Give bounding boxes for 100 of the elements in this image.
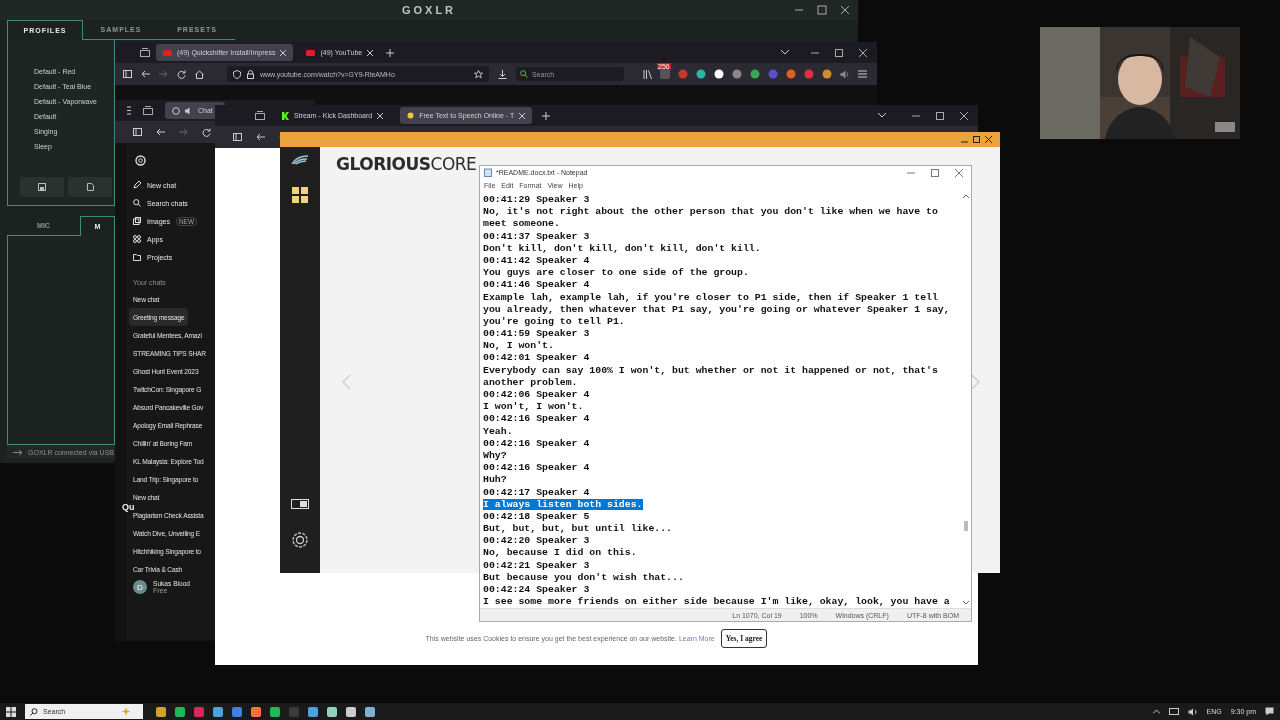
sidebar-icon[interactable]: [133, 128, 142, 136]
text-line: 00:42:24 Speaker 3: [483, 584, 590, 595]
text-line: 00:41:46 Speaker 4: [483, 279, 590, 291]
new-file-button[interactable]: [68, 177, 112, 197]
file-icon: [86, 183, 94, 191]
library-icon[interactable]: [643, 69, 652, 79]
notification-icon[interactable]: [1265, 707, 1274, 716]
search-icon: [133, 199, 141, 207]
close-icon[interactable]: [859, 48, 867, 57]
notepad-icon: [484, 168, 492, 177]
save-button[interactable]: [20, 177, 64, 197]
volume-icon[interactable]: [1187, 707, 1198, 716]
app-icon[interactable]: [156, 706, 166, 717]
text-line: 00:42:21 Speaker 3: [483, 559, 590, 571]
close-icon[interactable]: [985, 136, 992, 143]
text-line: 00:42:06 Speaker 4: [483, 389, 590, 400]
text-line: Don't kill, don't kill, don't kill, don't kill.: [483, 242, 761, 254]
close-icon[interactable]: [840, 5, 850, 15]
app-icon[interactable]: [365, 706, 375, 717]
text-line: you already, then whatever that P1 say, you're going or whatever Speaker 1 say,: [483, 303, 950, 315]
maximize-icon[interactable]: [973, 136, 980, 143]
k-logo-icon: [282, 111, 289, 120]
text-line: 00:42:20 Speaker 3: [483, 535, 590, 547]
new-tab-icon[interactable]: [386, 48, 395, 57]
text-line: you're going to tell P1.: [483, 315, 625, 327]
heading-text: Qu: [122, 502, 135, 512]
text-line: But, but, but, but until like...: [483, 523, 673, 535]
text-line: Huh?: [483, 474, 507, 486]
maximize-icon[interactable]: [817, 5, 827, 15]
wing-logo-icon[interactable]: [291, 155, 309, 165]
brand-logo: GLORIOUSCORE: [336, 154, 477, 174]
back-icon[interactable]: [256, 133, 265, 141]
new-tab-icon[interactable]: [542, 111, 551, 120]
home-icon[interactable]: [195, 69, 204, 79]
network-icon[interactable]: [1168, 707, 1179, 716]
app-icon[interactable]: [251, 706, 261, 717]
forward-icon[interactable]: [179, 128, 188, 136]
bookmark-star-icon[interactable]: [474, 69, 483, 79]
text-line: I won't, I won't.: [483, 401, 584, 413]
download-icon[interactable]: [498, 69, 507, 79]
forward-icon[interactable]: [159, 70, 168, 78]
sidebar-icon[interactable]: [233, 133, 242, 141]
images-icon: [133, 217, 141, 225]
app-icon[interactable]: [175, 706, 185, 717]
text-line: But because you don't wish that...: [483, 571, 684, 583]
text-line: 00:41:42 Speaker 4: [483, 254, 590, 266]
sidebar-icon[interactable]: [123, 70, 132, 78]
speaker-icon[interactable]: [840, 69, 850, 79]
scroll-down-icon[interactable]: [963, 601, 969, 605]
tab-manager-icon[interactable]: [140, 48, 150, 57]
close-icon[interactable]: [960, 111, 968, 120]
text-line: 00:42:17 Speaker 4: [483, 486, 590, 498]
settings-icon[interactable]: [291, 531, 309, 549]
flower-logo-icon[interactable]: [135, 155, 146, 166]
chevron-icon[interactable]: [781, 50, 789, 55]
back-icon[interactable]: [156, 128, 165, 136]
reload-icon[interactable]: [202, 127, 211, 137]
avatar[interactable]: D: [133, 580, 147, 594]
chevron-icon[interactable]: [878, 113, 886, 118]
reload-icon[interactable]: [177, 69, 186, 79]
app-icon[interactable]: [346, 706, 356, 717]
app-logo: GOXLR: [401, 4, 457, 16]
windows-start-icon[interactable]: [6, 706, 16, 717]
usb-icon: [13, 448, 23, 456]
shield-icon: [233, 69, 241, 79]
text-line: 00:42:18 Speaker 5: [483, 510, 590, 522]
app-icon[interactable]: [327, 706, 337, 717]
text-line: No, it's not right about the other person that you don't like when we have to: [483, 206, 938, 218]
grid-icon[interactable]: [292, 187, 308, 203]
app-icon[interactable]: [232, 706, 242, 717]
video-icon: [306, 49, 316, 56]
app-icon[interactable]: [308, 706, 318, 717]
maximize-icon[interactable]: [835, 48, 843, 57]
app-icon[interactable]: [213, 706, 223, 717]
chevron-up-icon[interactable]: [1152, 709, 1160, 714]
text-line: 00:42:16 Speaker 4: [483, 462, 590, 474]
speaker-icon: [185, 106, 193, 115]
text-line: 00:42:16 Speaker 4: [483, 413, 590, 425]
text-line: You guys are closer to one side of the group.: [483, 267, 749, 279]
search-icon: [520, 70, 528, 78]
back-icon[interactable]: [141, 70, 150, 78]
text-line: meet someone.: [483, 218, 560, 230]
text-line: another problem.: [483, 376, 578, 388]
search-icon: [30, 707, 38, 716]
maximize-icon[interactable]: [936, 111, 944, 120]
save-icon: [38, 183, 46, 191]
circle-icon: [407, 112, 415, 119]
flower-icon: [172, 106, 180, 115]
tab-manager-icon[interactable]: [143, 106, 153, 115]
tab-manager-icon[interactable]: [255, 111, 265, 120]
text-line: No, I won't.: [483, 340, 554, 352]
text-line: 00:41:59 Speaker 3: [483, 328, 590, 340]
lock-icon: [247, 69, 254, 79]
menu-icon[interactable]: [127, 106, 131, 115]
app-icon[interactable]: [270, 706, 280, 717]
maximize-icon[interactable]: [931, 168, 939, 177]
text-line: Example lah, example lah, if you're closer to P1 side, then if Speaker 1 tell: [483, 291, 938, 303]
apps-icon: [133, 235, 141, 243]
toggle-icon[interactable]: [291, 499, 309, 509]
scroll-up-icon[interactable]: [963, 194, 969, 198]
